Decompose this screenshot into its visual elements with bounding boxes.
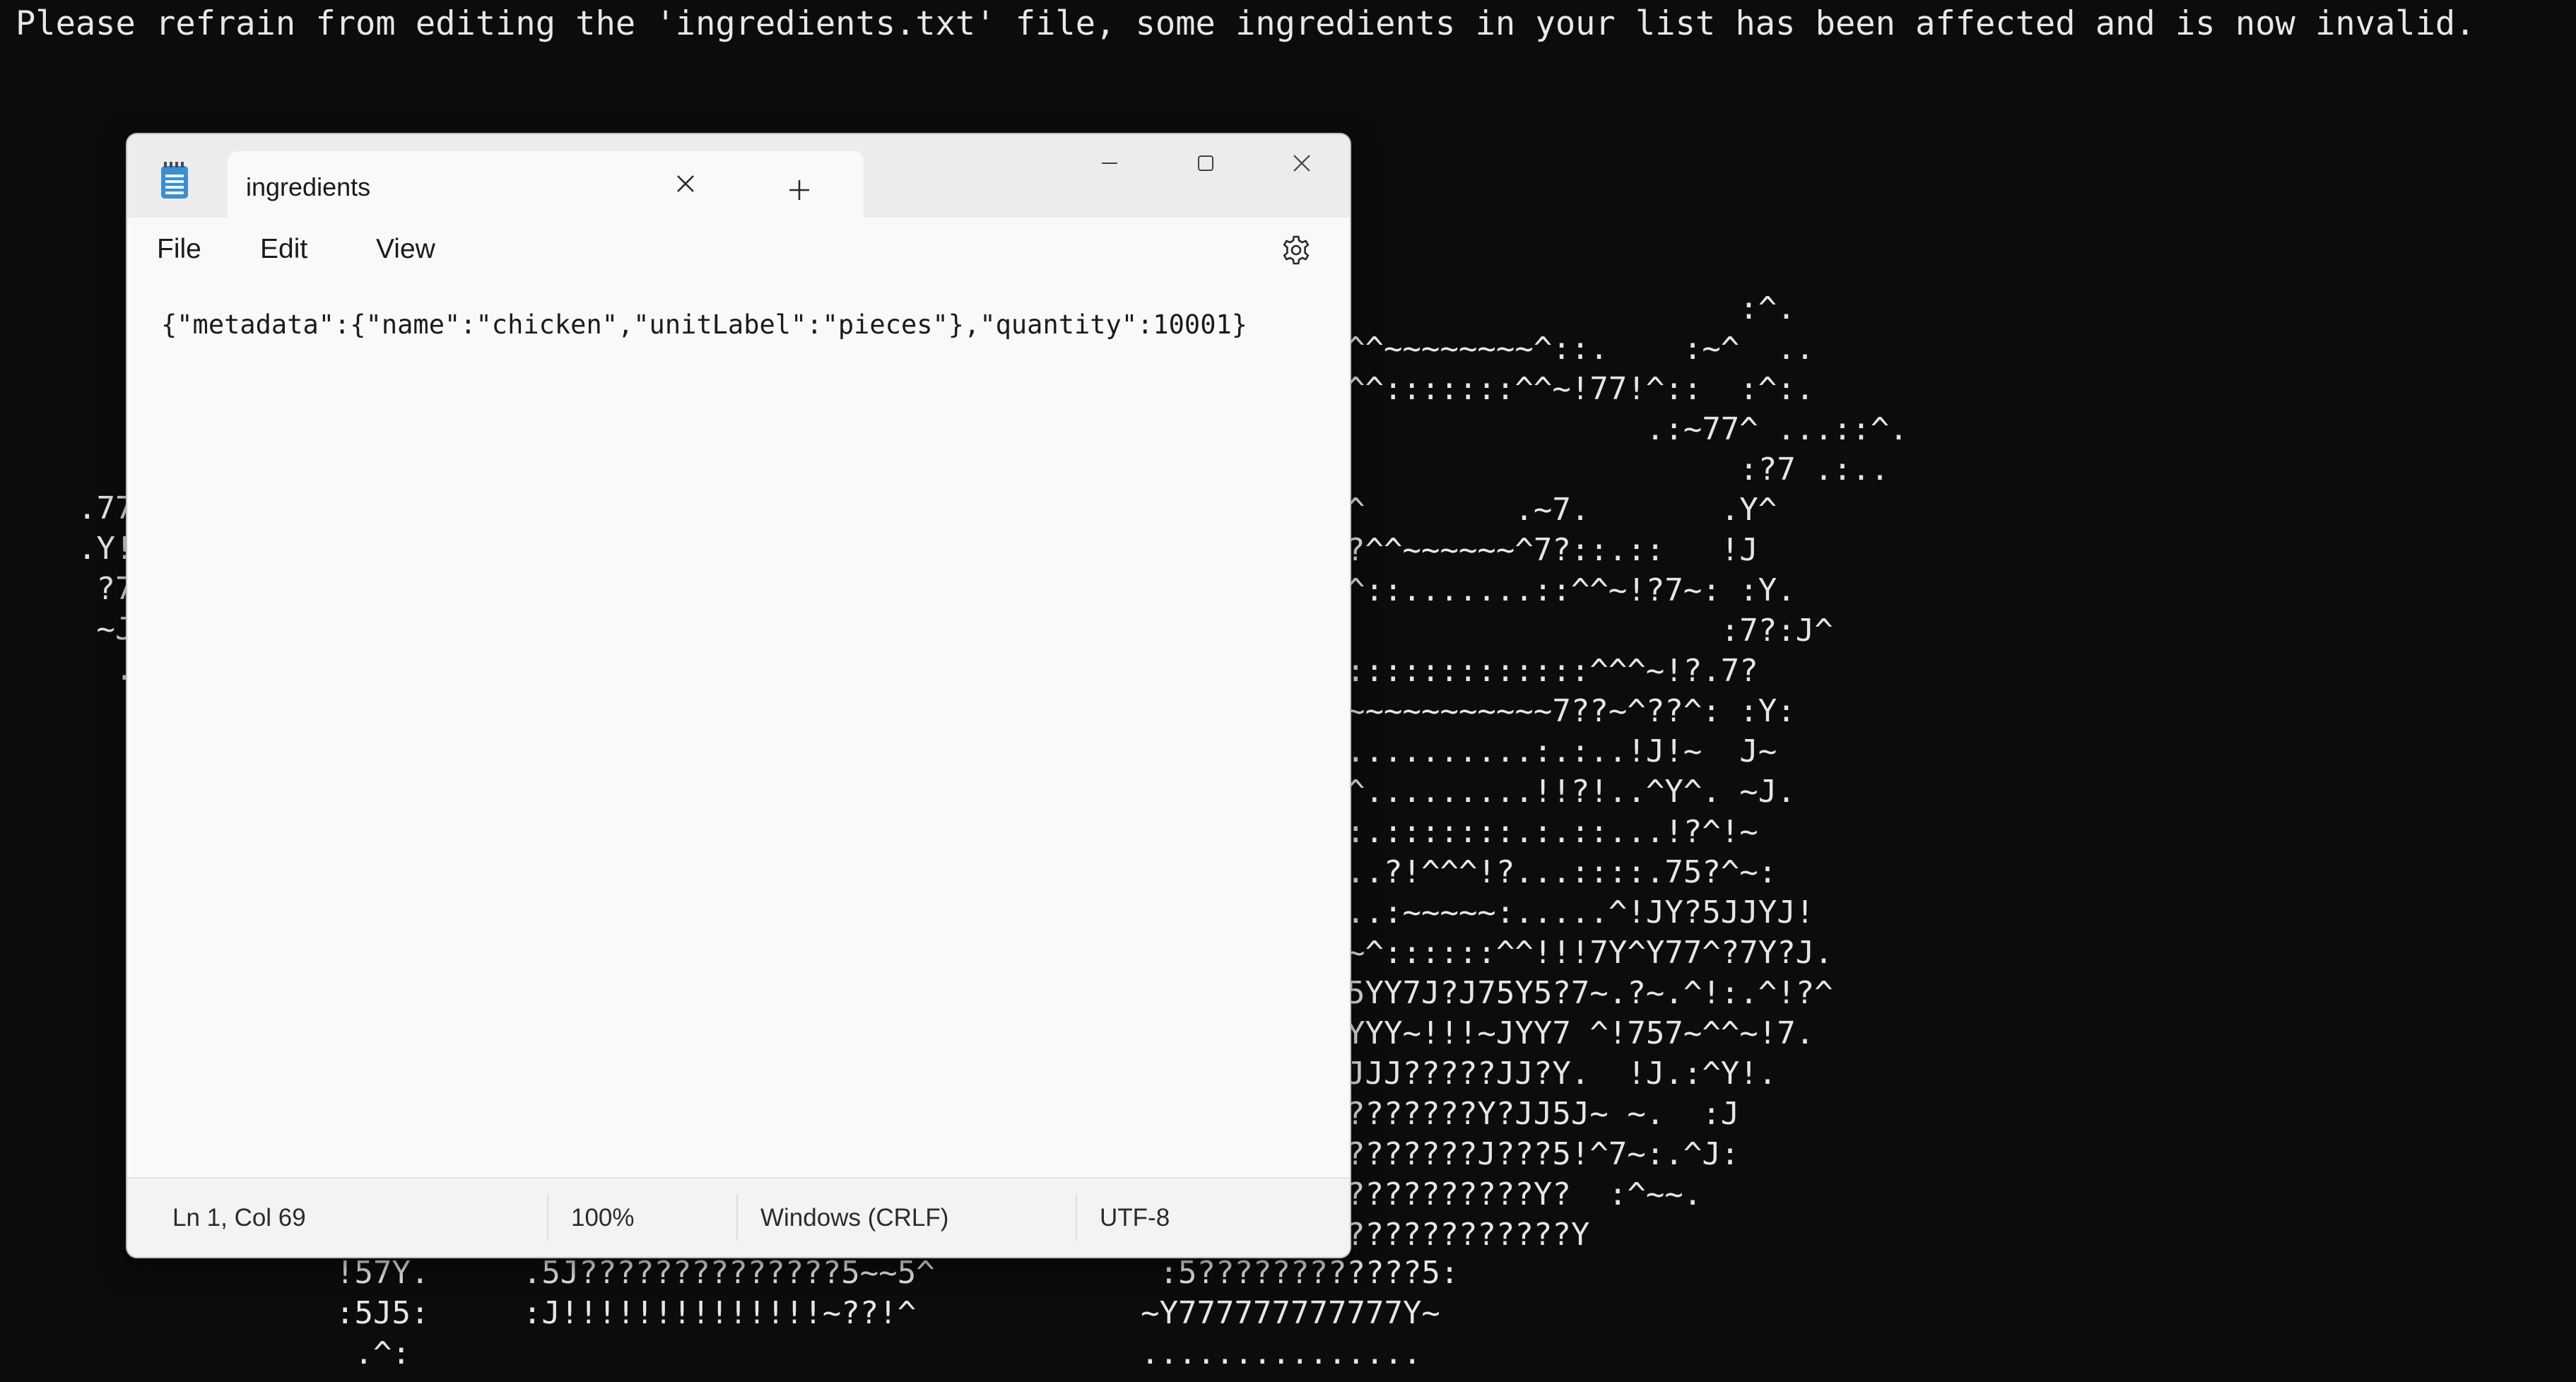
ascii-art-bottom: !57Y. .5J??????????????5~~5^ :5?????????… [336,1255,1459,1371]
editor-content[interactable]: {"metadata":{"name":"chicken","unitLabel… [161,309,1247,340]
status-bar: Ln 1, Col 69 100% Windows (CRLF) UTF-8 [127,1177,1350,1257]
tab-title: ingredients [246,172,371,201]
zoom-level[interactable]: 100% [571,1179,635,1257]
maximize-icon [1198,155,1213,171]
cursor-position: Ln 1, Col 69 [172,1204,306,1232]
menu-file[interactable]: File [147,228,211,271]
settings-button[interactable] [1276,230,1316,270]
menu-edit[interactable]: Edit [250,228,317,271]
minimize-icon [1102,163,1117,164]
terminal-warning-text: Please refrain from editing the 'ingredi… [16,4,2476,43]
tab-ingredients[interactable]: ingredients [228,151,864,219]
plus-icon [789,180,809,200]
notepad-app-icon [161,162,188,199]
close-icon [1293,155,1310,172]
notepad-window: ingredients File Edit View {"metadata":{… [126,133,1351,1258]
menu-bar: File Edit View [127,218,1350,283]
status-divider [547,1194,548,1241]
new-tab-button[interactable] [772,165,827,215]
ascii-art-right: :^. ^^~~~~~~~~^::. :~^ .. ^^:::::::^^~!7… [1346,290,1908,1253]
encoding[interactable]: UTF-8 [1100,1179,1170,1257]
close-tab-icon[interactable] [667,165,704,202]
minimize-button[interactable] [1061,134,1158,192]
text-editor[interactable]: {"metadata":{"name":"chicken","unitLabel… [127,283,1350,1177]
maximize-button[interactable] [1158,134,1254,192]
status-divider [736,1194,738,1241]
status-divider [1076,1194,1077,1241]
menu-view[interactable]: View [366,228,445,271]
line-ending[interactable]: Windows (CRLF) [760,1179,948,1257]
gear-icon [1283,235,1310,265]
title-bar[interactable]: ingredients [127,134,1350,219]
close-window-button[interactable] [1254,134,1350,192]
